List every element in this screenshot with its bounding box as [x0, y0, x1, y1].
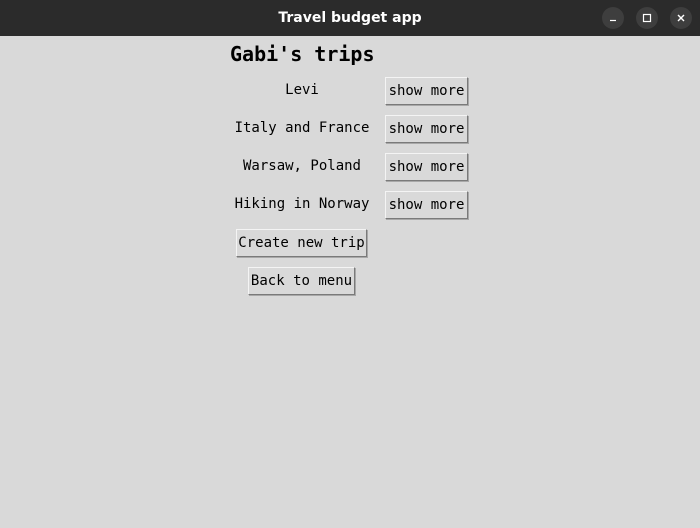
show-more-button-levi[interactable]: show more: [385, 77, 468, 105]
main-content: Gabi's trips Levi show more Italy and Fr…: [0, 36, 700, 528]
close-button[interactable]: [670, 7, 692, 29]
window-title: Travel budget app: [278, 10, 422, 26]
show-more-button-hiking-in-norway[interactable]: show more: [385, 191, 468, 219]
minimize-button[interactable]: [602, 7, 624, 29]
trip-name-warsaw-poland: Warsaw, Poland: [242, 158, 361, 174]
close-icon: [676, 13, 686, 23]
back-to-menu-button[interactable]: Back to menu: [248, 267, 355, 295]
maximize-button[interactable]: [636, 7, 658, 29]
app-window: Travel budget app Gabi's trips Levi show…: [0, 0, 700, 528]
trip-name-levi: Levi: [285, 82, 319, 98]
create-new-trip-button[interactable]: Create new trip: [236, 229, 367, 257]
show-more-button-italy-and-france[interactable]: show more: [385, 115, 468, 143]
show-more-button-warsaw-poland[interactable]: show more: [385, 153, 468, 181]
page-title: Gabi's trips: [230, 42, 375, 66]
title-bar[interactable]: Travel budget app: [0, 0, 700, 36]
maximize-icon: [642, 13, 652, 23]
trip-name-italy-and-france: Italy and France: [234, 120, 370, 136]
minimize-icon: [608, 13, 618, 23]
trip-name-hiking-in-norway: Hiking in Norway: [234, 196, 370, 212]
